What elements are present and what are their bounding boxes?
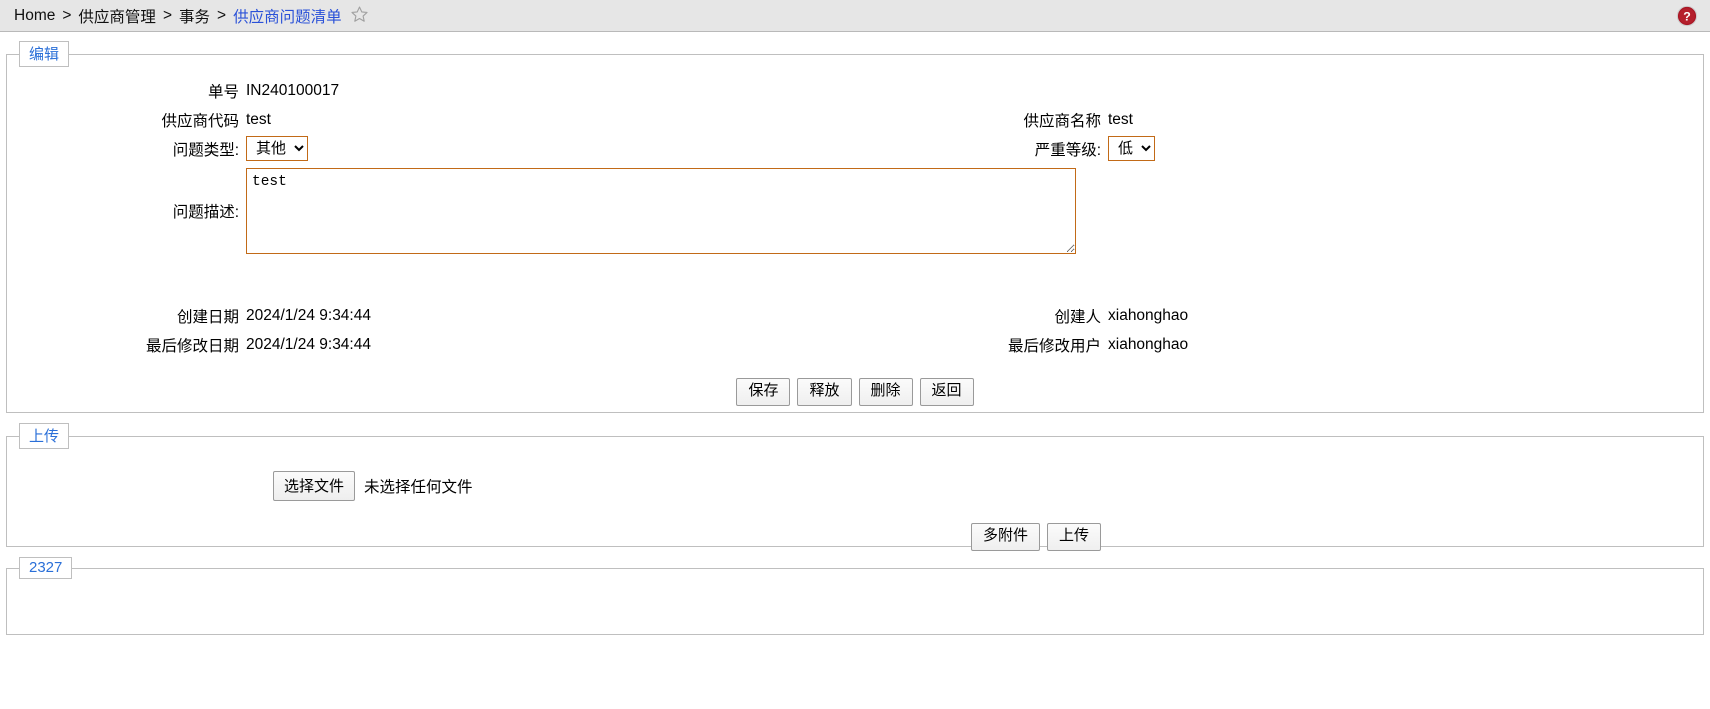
description-textarea[interactable]: test bbox=[246, 168, 1076, 254]
supplier-code-label: 供应商代码 bbox=[161, 112, 239, 130]
breadcrumb-separator: > bbox=[162, 6, 172, 24]
release-button[interactable]: 释放 bbox=[797, 378, 852, 406]
description-label: 问题描述: bbox=[172, 204, 239, 221]
upload-button[interactable]: 上传 bbox=[1046, 523, 1101, 551]
order-no-label: 单号 bbox=[207, 83, 239, 101]
created-row: 创建日期 2024/1/24 9:34:44 创建人 xiahonghao bbox=[7, 302, 1703, 329]
save-button[interactable]: 保存 bbox=[736, 378, 791, 406]
footer-panel-body bbox=[7, 579, 1703, 619]
severity-select[interactable]: 低 bbox=[1108, 136, 1155, 161]
upload-panel: 上传 选择文件 未选择任何文件 多附件 上传 bbox=[6, 423, 1704, 551]
breadcrumb-separator: > bbox=[217, 6, 227, 24]
modified-by-label: 最后修改用户 bbox=[1007, 337, 1101, 355]
created-date-label: 创建日期 bbox=[176, 308, 239, 326]
footer-panel-legend: 2327 bbox=[19, 557, 73, 579]
breadcrumb: Home > 供应商管理 > 事务 > 供应商问题清单 bbox=[14, 5, 369, 27]
edit-panel: 编辑 单号 IN240100017 供应商代码 test 供应商名称 test … bbox=[6, 41, 1704, 413]
issue-type-label: 问题类型: bbox=[172, 141, 239, 159]
help-question-icon[interactable]: ? bbox=[1676, 5, 1698, 27]
issue-type-severity-row: 问题类型: 其他 严重等级: 低 bbox=[7, 135, 1703, 162]
multi-attachment-button[interactable]: 多附件 bbox=[970, 523, 1040, 551]
breadcrumb-item-home[interactable]: Home bbox=[14, 7, 55, 25]
breadcrumb-item-supplier-issue-list[interactable]: 供应商问题清单 bbox=[233, 5, 342, 27]
modified-date-label: 最后修改日期 bbox=[145, 337, 239, 355]
edit-action-buttons: 保存 释放 删除 返回 bbox=[7, 378, 1703, 406]
file-status-label: 未选择任何文件 bbox=[364, 479, 473, 496]
breadcrumb-separator: > bbox=[62, 6, 72, 24]
edit-form: 单号 IN240100017 供应商代码 test 供应商名称 test 问题类… bbox=[7, 67, 1703, 406]
svg-text:?: ? bbox=[1683, 9, 1691, 23]
modified-row: 最后修改日期 2024/1/24 9:34:44 最后修改用户 xiahongh… bbox=[7, 331, 1703, 358]
metadata-block: 创建日期 2024/1/24 9:34:44 创建人 xiahonghao 最后… bbox=[7, 302, 1703, 358]
back-button[interactable]: 返回 bbox=[919, 378, 974, 406]
breadcrumb-bar: Home > 供应商管理 > 事务 > 供应商问题清单 ? bbox=[0, 0, 1710, 32]
supplier-name-value: test bbox=[1108, 110, 1133, 128]
severity-label: 严重等级: bbox=[1034, 141, 1101, 159]
breadcrumb-item-transactions[interactable]: 事务 bbox=[179, 5, 210, 27]
supplier-code-value: test bbox=[246, 110, 271, 128]
choose-file-button[interactable]: 选择文件 bbox=[273, 471, 356, 501]
delete-button[interactable]: 删除 bbox=[858, 378, 913, 406]
created-by-value: xiahonghao bbox=[1108, 306, 1189, 324]
star-icon[interactable] bbox=[350, 5, 369, 27]
breadcrumb-item-supplier-management[interactable]: 供应商管理 bbox=[78, 5, 156, 27]
supplier-name-label: 供应商名称 bbox=[1023, 112, 1101, 130]
issue-type-select[interactable]: 其他 bbox=[246, 136, 308, 161]
modified-date-value: 2024/1/24 9:34:44 bbox=[246, 335, 371, 353]
description-row: 问题描述: test bbox=[7, 168, 1703, 254]
upload-panel-legend: 上传 bbox=[19, 423, 70, 449]
upload-action-buttons: 多附件 上传 bbox=[7, 523, 1703, 551]
footer-panel: 2327 bbox=[6, 557, 1704, 635]
edit-panel-legend: 编辑 bbox=[19, 41, 70, 67]
created-by-label: 创建人 bbox=[1054, 308, 1101, 326]
order-no-value: IN240100017 bbox=[246, 81, 340, 99]
file-input-row: 选择文件 未选择任何文件 bbox=[7, 449, 1703, 501]
modified-by-value: xiahonghao bbox=[1108, 335, 1189, 353]
order-no-row: 单号 IN240100017 bbox=[7, 77, 1703, 104]
created-date-value: 2024/1/24 9:34:44 bbox=[246, 306, 371, 324]
supplier-row: 供应商代码 test 供应商名称 test bbox=[7, 106, 1703, 133]
